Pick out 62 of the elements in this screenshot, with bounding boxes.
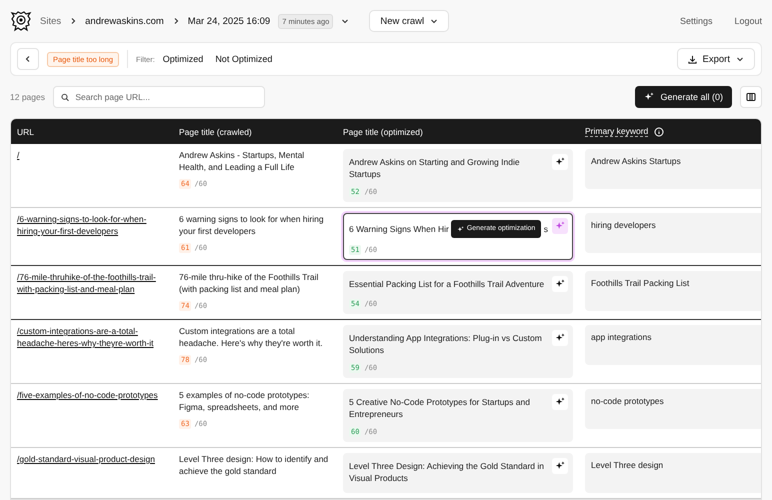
- sparkle-icon: [555, 221, 565, 231]
- chevron-down-icon: [341, 17, 350, 25]
- new-crawl-button[interactable]: New crawl: [369, 10, 450, 32]
- optimized-title-field[interactable]: Level Three Design: Achieving the Gold Standard in Visual Products: [343, 453, 573, 493]
- keyword-field[interactable]: no-code prototypes: [585, 389, 761, 429]
- chevron-right-icon: [172, 17, 180, 25]
- column-header: Page title (crawled): [179, 126, 252, 136]
- sparkle-icon: [555, 157, 565, 167]
- page-url-link[interactable]: /gold-standard-visual-product-design: [17, 453, 167, 465]
- page-url-link[interactable]: /custom-integrations-are-a-total-headache-heres-why-theyre-worth-it: [17, 325, 167, 349]
- search-icon: [60, 92, 70, 102]
- column-header: URL: [17, 126, 34, 136]
- sparkle-icon: [644, 92, 654, 102]
- sparkle-icon: [555, 279, 565, 289]
- title-text-fragment: s: [544, 223, 548, 235]
- page-url-link[interactable]: /five-examples-of-no-code-prototypes: [17, 389, 167, 401]
- keyword-field[interactable]: Foothills Trail Packing List: [585, 271, 761, 311]
- column-header: Primary keyword: [585, 126, 648, 137]
- breadcrumb-link[interactable]: Sites: [40, 16, 62, 26]
- filter-option[interactable]: Optimized: [162, 54, 204, 64]
- chevron-down-icon: [430, 17, 438, 25]
- chevron-left-icon: [24, 55, 32, 63]
- download-icon: [688, 54, 697, 64]
- chevron-down-icon: [736, 55, 744, 63]
- sparkle-icon: [456, 226, 464, 232]
- sparkle-icon: [555, 333, 565, 343]
- keyword-field[interactable]: app integrations: [585, 325, 761, 365]
- columns-button[interactable]: [740, 86, 762, 108]
- search-input[interactable]: Search page URL...: [75, 92, 257, 102]
- site-name: andrewaskins.com: [85, 16, 164, 26]
- header-link[interactable]: Logout: [734, 16, 762, 26]
- generate-button[interactable]: [552, 458, 568, 474]
- crawled-title: 6 warning signs to look for when hiring your first developers: [179, 213, 325, 237]
- keyword-field[interactable]: Level Three design: [585, 453, 761, 493]
- crawled-title: 5 examples of no-code prototypes: Figma, spreadsheets, and more: [179, 389, 310, 413]
- page-count: 12 pages: [10, 92, 45, 102]
- crawled-title: 76-mile thru-hike of the Foothills Trail (with packing list and meal plan): [179, 271, 320, 295]
- search-field[interactable]: Search page URL...: [52, 86, 265, 108]
- columns-icon: [746, 92, 756, 102]
- crawl-date: Mar 24, 2025 16:09: [188, 16, 270, 26]
- filter-option[interactable]: Not Optimized: [215, 54, 272, 64]
- keyword-field[interactable]: Andrew Askins Startups: [585, 149, 761, 189]
- page-url-link[interactable]: /6-warning-signs-to-look-for-when-hiring-your-first-developers: [17, 213, 167, 237]
- monster-logo-icon[interactable]: [10, 10, 32, 32]
- sparkle-icon: [555, 461, 565, 471]
- crawled-title: Level Three design: How to identify and achieve the gold standard: [179, 453, 330, 477]
- page-url-link[interactable]: /: [17, 149, 167, 161]
- generate-button[interactable]: [552, 276, 568, 292]
- keyword-field[interactable]: hiring developers: [585, 213, 761, 253]
- generate-button[interactable]: [552, 394, 568, 410]
- generate-button[interactable]: [552, 154, 568, 170]
- chevron-right-icon: [69, 17, 78, 25]
- generate-all-button[interactable]: Generate all (0): [635, 86, 732, 108]
- column-header: Page title (optimized): [343, 126, 423, 136]
- sparkle-icon: [555, 397, 565, 407]
- export-button[interactable]: Export: [676, 48, 755, 70]
- page-url-link[interactable]: /76-mile-thruhike-of-the-foothills-trail-with-packing-list-and-meal-plan: [17, 271, 167, 295]
- header-link[interactable]: Settings: [680, 16, 712, 26]
- crawled-title: Andrew Askins - Startups, Mental Health, and Leading a Full Life: [179, 149, 306, 173]
- crawled-title: Custom integrations are a total headache. Here's why they're worth it.: [179, 325, 324, 349]
- generate-button[interactable]: [552, 330, 568, 346]
- info-icon[interactable]: [654, 126, 664, 136]
